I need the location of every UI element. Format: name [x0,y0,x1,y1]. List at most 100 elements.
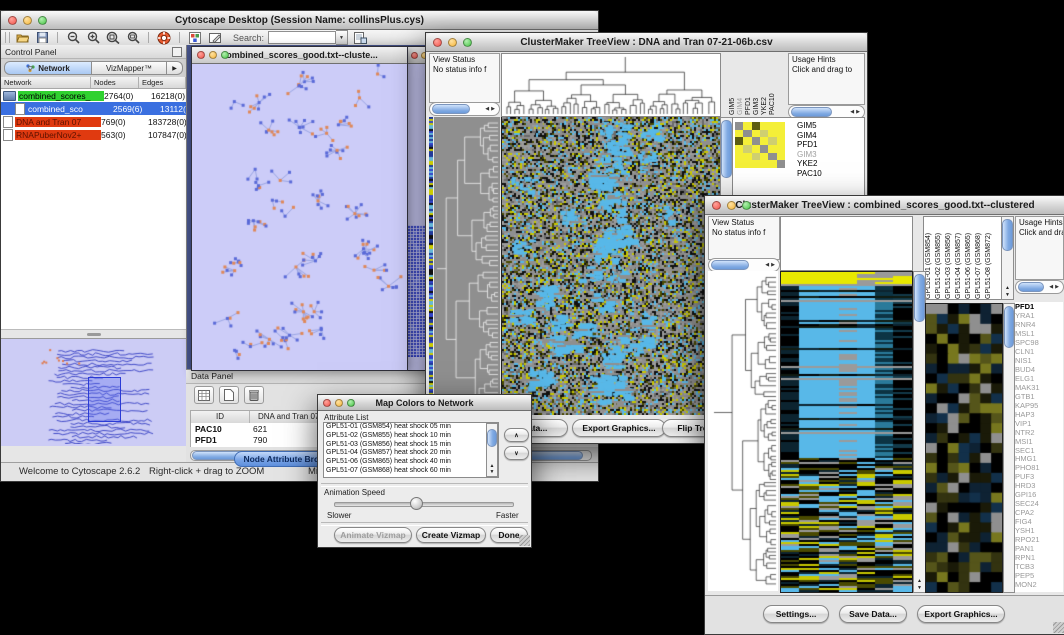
gene-label[interactable]: GIM3 [797,150,822,160]
gene-label[interactable]: ELG1 [1015,374,1063,383]
main-titlebar[interactable]: Cytoscape Desktop (Session Name: collins… [1,11,598,30]
close-button[interactable] [323,399,331,407]
resize-grip[interactable] [1053,622,1064,633]
scroll-down-icon[interactable]: ▼ [1002,292,1013,298]
export-graphics-button[interactable]: Export Graphics... [572,419,666,437]
gene-label[interactable]: YRA1 [1015,311,1063,320]
minimize-button[interactable] [727,201,736,210]
zoom-out-icon[interactable] [65,31,81,44]
gene-label[interactable]: CPA2 [1015,508,1063,517]
animate-vizmap-button[interactable]: Animate Vizmap [334,527,412,543]
zoom-button[interactable] [221,51,229,59]
close-button[interactable] [411,52,418,59]
tv1-column-dendrogram[interactable] [501,53,721,117]
column-edges[interactable]: Edges [139,77,186,88]
zoom-fit-icon[interactable] [125,31,141,44]
gene-label[interactable]: RPN1 [1015,553,1063,562]
save-data-button[interactable]: Save Data... [839,605,907,623]
tv2-row-dendrogram[interactable] [708,271,778,591]
zoom-selected-icon[interactable] [105,31,121,44]
delete-attribute-icon[interactable] [244,386,264,404]
minimize-button[interactable] [335,399,343,407]
network-overview-panel[interactable] [1,338,186,446]
gene-label[interactable]: RPO21 [1015,535,1063,544]
scrollbar-thumb[interactable] [711,260,749,270]
scrollbar-thumb[interactable] [1002,219,1013,251]
tv1-row-dendrogram[interactable] [434,117,500,415]
tab-vizmapper[interactable]: VizMapper™ [92,61,167,75]
gene-label[interactable]: NIS1 [1015,356,1063,365]
gene-label[interactable]: RNR4 [1015,320,1063,329]
import-table-icon[interactable] [352,31,368,44]
gene-label[interactable]: YSH1 [1015,526,1063,535]
gene-label[interactable]: MAK31 [1015,383,1063,392]
open-file-icon[interactable] [14,31,30,44]
help-lifering-icon[interactable] [156,31,172,44]
scroll-arrows-icon[interactable]: ◀▶ [848,109,864,115]
zoom-button[interactable] [742,201,751,210]
gene-label[interactable]: BUD4 [1015,365,1063,374]
gene-label[interactable]: NTR2 [1015,428,1063,437]
tv2-labels-scrollbar[interactable]: ▲ ▼ [1001,216,1014,300]
float-panel-icon[interactable] [172,47,182,57]
column-nodes[interactable]: Nodes [91,77,139,88]
speed-slider-track[interactable] [334,502,514,507]
gene-label[interactable]: YKE2 [797,159,822,169]
vizmapper-icon[interactable] [187,31,203,44]
zoom-button[interactable] [347,399,355,407]
network-view-titlebar[interactable]: combined_scores_good.txt--cluste... [192,47,407,64]
gene-label[interactable]: MSI1 [1015,437,1063,446]
gene-label[interactable]: SEC24 [1015,499,1063,508]
gene-label[interactable]: GIM5 [797,121,822,131]
gene-label[interactable]: PHO81 [1015,463,1063,472]
gene-label[interactable]: MON2 [1015,580,1063,589]
scrollbar-thumb[interactable] [791,107,832,117]
minimize-button[interactable] [209,51,217,59]
tv1-heatmap-canvas[interactable] [501,117,720,415]
tv2-zoom-canvas[interactable] [925,303,1003,593]
tv2-zoom-scrollbar[interactable] [1003,303,1015,593]
gene-label[interactable]: SPC98 [1015,338,1063,347]
tv2-status-scrollbar[interactable]: ◀▶ [708,258,780,272]
gene-label[interactable]: PFD1 [797,140,822,150]
tv2-usage-scrollbar[interactable]: ◀▶ [1015,280,1064,294]
scroll-arrows-icon[interactable]: ◀▶ [1047,284,1063,290]
gene-label[interactable]: PEP5 [1015,571,1063,580]
attribute-list-item[interactable]: GPL51-07 (GSM868) heat shock 60 min [324,467,498,476]
gene-label[interactable]: HMG1 [1015,454,1063,463]
search-input[interactable] [268,31,336,44]
scroll-down-icon[interactable]: ▼ [914,585,925,591]
network-row[interactable]: RNAPuberNov2+563(0)107847(0) [1,128,186,141]
tv1-status-scrollbar[interactable]: ◀▶ [429,102,500,116]
scroll-arrows-icon[interactable]: ◀▶ [763,262,779,268]
gene-label[interactable]: TCB3 [1015,562,1063,571]
move-up-button[interactable]: ∧ [504,428,529,442]
gene-label[interactable]: KAP95 [1015,401,1063,410]
dialog-titlebar[interactable]: Map Colors to Network [318,395,531,411]
column-network[interactable]: Network [1,77,91,88]
zoom-button[interactable] [38,16,47,25]
gene-label[interactable]: CLN1 [1015,347,1063,356]
attribute-list-item[interactable]: GPL51-01 (GSM854) heat shock 05 min [324,423,498,432]
overview-splitter[interactable] [1,330,186,338]
gene-label[interactable]: PAN1 [1015,544,1063,553]
scroll-arrows-icon[interactable]: ◀▶ [483,106,499,112]
move-down-button[interactable]: ∨ [504,446,529,460]
zoom-button[interactable] [463,38,472,47]
close-button[interactable] [8,16,17,25]
scrollbar-thumb[interactable] [432,104,470,114]
attribute-select-icon[interactable] [194,386,214,404]
speed-slider-thumb[interactable] [410,497,423,510]
close-button[interactable] [197,51,205,59]
tv2-heatmap-canvas[interactable] [780,271,913,593]
scrollbar-thumb[interactable] [1004,306,1014,348]
gene-label[interactable]: PUF3 [1015,472,1063,481]
search-dropdown-icon[interactable]: ▼ [336,30,348,45]
scrollbar-thumb[interactable] [914,274,925,322]
minimize-button[interactable] [23,16,32,25]
attribute-list-item[interactable]: GPL51-03 (GSM856) heat shock 15 min [324,441,498,450]
zoom-in-icon[interactable] [85,31,101,44]
close-button[interactable] [433,38,442,47]
network-canvas[interactable] [192,64,405,369]
export-graphics-button[interactable]: Export Graphics... [917,605,1005,623]
